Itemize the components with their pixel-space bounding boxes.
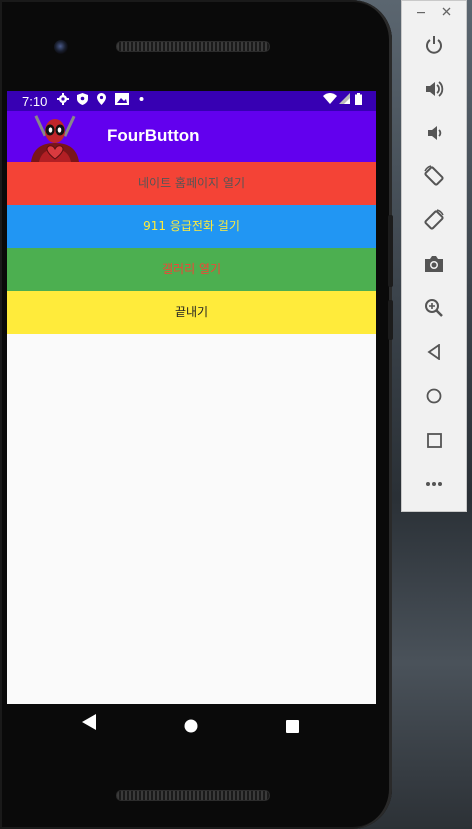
- more-icon[interactable]: [421, 471, 447, 497]
- power-icon[interactable]: [421, 32, 447, 58]
- rotate-left-icon[interactable]: [421, 163, 447, 189]
- image-icon: [115, 93, 129, 110]
- zoom-icon[interactable]: [421, 295, 447, 321]
- front-camera: [54, 40, 68, 54]
- recents-icon[interactable]: [286, 718, 299, 737]
- volume-rocker: [388, 215, 393, 287]
- status-bar: 7:10: [7, 91, 376, 111]
- volume-up-icon[interactable]: [421, 76, 447, 102]
- camera-icon[interactable]: [421, 251, 447, 277]
- open-gallery-button[interactable]: 갤러리 열기: [7, 248, 376, 291]
- dot-icon: [139, 93, 144, 110]
- exit-button[interactable]: 끝내기: [7, 291, 376, 334]
- call-911-button[interactable]: 911 응급전화 걸기: [7, 205, 376, 248]
- phone-frame: 7:10 FourButton 네이트 홈페이지 열기 911 응급전화 걸기 …: [0, 0, 393, 829]
- close-icon[interactable]: [442, 5, 451, 20]
- wifi-icon: [323, 93, 337, 110]
- rotate-right-icon[interactable]: [421, 207, 447, 233]
- location-icon: [97, 93, 106, 110]
- deadpool-avatar: [25, 113, 85, 162]
- shield-icon: [77, 93, 88, 110]
- power-key: [388, 300, 393, 340]
- back-icon[interactable]: [421, 339, 447, 365]
- volume-down-icon[interactable]: [421, 120, 447, 146]
- minimize-icon[interactable]: [417, 5, 425, 20]
- signal-icon: [339, 93, 350, 110]
- app-bar: FourButton: [7, 111, 376, 162]
- earpiece-speaker: [116, 41, 270, 52]
- emulator-toolbar: [401, 0, 467, 512]
- status-time: 7:10: [22, 94, 48, 109]
- back-icon[interactable]: [82, 714, 96, 734]
- home-icon[interactable]: [184, 718, 198, 737]
- bottom-speaker: [116, 790, 270, 801]
- app-title: FourButton: [107, 126, 200, 145]
- gear-icon: [57, 93, 69, 110]
- navigation-bar: [7, 704, 376, 748]
- overview-icon[interactable]: [421, 427, 447, 453]
- open-nate-homepage-button[interactable]: 네이트 홈페이지 열기: [7, 162, 376, 205]
- device-screen: 7:10 FourButton 네이트 홈페이지 열기 911 응급전화 걸기 …: [7, 91, 376, 704]
- home-icon[interactable]: [421, 383, 447, 409]
- battery-icon: [355, 93, 362, 110]
